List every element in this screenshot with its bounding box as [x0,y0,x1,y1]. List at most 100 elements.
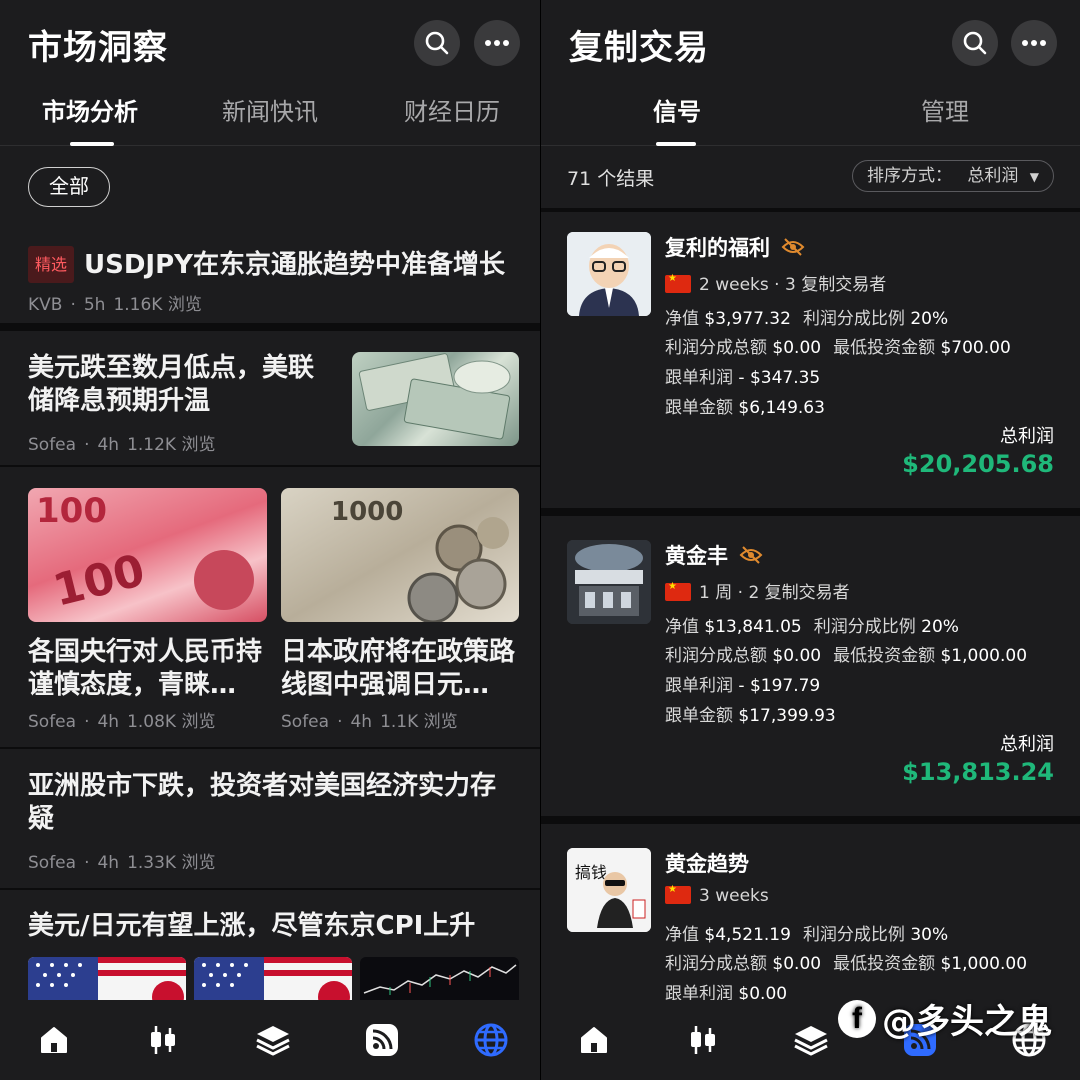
china-flag-icon [665,884,691,904]
svg-text:1000: 1000 [331,497,403,527]
nav-discover[interactable] [471,1020,511,1060]
copy-profit-row: 跟单利润 - $347.35 [665,368,821,388]
svg-text:100: 100 [48,545,149,617]
total-profit-value: $20,205.68 [902,450,1054,478]
net-value-row: 净值 $3,977.32 利润分成比例 20% [665,309,949,329]
layers-icon [256,1026,290,1056]
candlestick-icon [151,1026,175,1054]
article-meta: KVB · 5h 1.16K 浏览 [28,295,202,315]
page-title: 复制交易 [569,28,709,68]
article-meta: Sofea · 4h 1.08K 浏览 [28,712,216,732]
hidden-eye-icon [739,546,763,564]
header: 复制交易 [541,0,1080,86]
search-button[interactable] [414,20,460,66]
divider [0,323,540,331]
results-bar: 71 个结果 排序方式： 总利润 ▼ [541,146,1080,208]
market-insight-panel: 市场洞察 市场分析 新闻快讯 财经日历 全部 精选 USDJPY在东京通胀趋势中准… [0,0,540,1080]
sort-value: 总利润 [967,166,1019,186]
article-title: 美元跌至数月低点，美联储降息预期升温 [28,353,315,416]
featured-badge: 精选 [28,246,75,283]
caret-down-icon: ▼ [1029,170,1039,184]
globe-icon [474,1023,508,1057]
net-value-row: 净值 $13,841.05 利润分成比例 20% [665,617,959,637]
tab-market-analysis[interactable]: 市场分析 [42,92,138,127]
tab-bar: 信号 管理 [541,76,1080,146]
search-button[interactable] [952,20,998,66]
watermark: f @多头之鬼 [838,994,1052,1043]
bottom-nav [0,1000,540,1080]
divider [0,747,540,749]
nav-home[interactable] [34,1020,74,1060]
nav-feed[interactable] [362,1020,402,1060]
more-button[interactable] [1011,20,1057,66]
trader-name: 黄金丰 [665,540,763,570]
more-dots-icon [485,40,509,46]
signal-card[interactable]: 黄金丰 1 周 · 2 复制交易者 净值 $13,841.05利润分成比例 20… [541,516,1080,816]
share-row: 利润分成总额 $0.00 最低投资金额 $1,000.00 [665,954,1028,974]
facebook-logo-icon: f [838,999,876,1038]
copy-amount-row: 跟单金额 $17,399.93 [665,706,836,726]
page-title: 市场洞察 [28,28,168,68]
signal-card[interactable]: 复利的福利 2 weeks · 3 复制交易者 净值 $3,977.32利润分成… [541,212,1080,508]
article-thumbnail-flags [194,957,352,1001]
active-tab-indicator [70,142,114,146]
share-row: 利润分成总额 $0.00 最低投资金额 $1,000.00 [665,646,1028,666]
trader-name: 复利的福利 [665,232,805,262]
nav-products[interactable] [791,1020,831,1060]
divider [541,508,1080,516]
signal-card[interactable]: 搞钱 黄金趋势 3 weeks 净值 $4,521.19利润分成比例 30% 利… [541,824,1080,1004]
nav-market[interactable] [143,1020,183,1060]
article-title: 美元/日元有望上涨，尽管东京CPI上升 [28,911,476,941]
divider [541,816,1080,824]
tab-manage[interactable]: 管理 [921,92,969,127]
search-icon [963,31,987,55]
hidden-eye-icon [781,238,805,256]
trader-name: 黄金趋势 [665,852,749,876]
trader-avatar: 搞钱 [567,848,651,932]
tab-calendar[interactable]: 财经日历 [404,92,500,127]
candlestick-icon [691,1026,715,1054]
search-icon [425,31,449,55]
net-value-row: 净值 $4,521.19 利润分成比例 30% [665,925,949,945]
total-profit-label: 总利润 [1000,734,1054,755]
tab-news[interactable]: 新闻快讯 [222,92,318,127]
tab-signals[interactable]: 信号 [653,92,701,127]
copy-profit-row: 跟单利润 - $197.79 [665,676,821,696]
article-title: 精选 USDJPY在东京通胀趋势中准备增长 [28,246,528,283]
divider [0,888,540,890]
svg-text:100: 100 [36,491,107,531]
total-profit-label: 总利润 [1000,426,1054,447]
article-thumbnail-dollars [352,352,519,446]
nav-products[interactable] [253,1020,293,1060]
article-thumbnail-flags [28,957,186,1001]
trader-avatar [567,232,651,316]
layers-icon [794,1026,828,1056]
trader-avatar [567,540,651,624]
article-thumbnail-yuan: 100 100 [28,488,267,622]
article-meta: Sofea · 4h 1.33K 浏览 [28,853,216,873]
sort-label: 排序方式： [866,166,952,186]
home-icon [41,1027,67,1053]
china-flag-icon [665,273,691,293]
rss-icon [366,1024,398,1056]
header: 市场洞察 [0,0,540,86]
sort-dropdown[interactable]: 排序方式： 总利润 ▼ [851,160,1054,192]
trader-stats: 2 weeks · 3 复制交易者 [665,270,886,295]
article-thumbnail-chart [360,957,519,1001]
watermark-text: @多头之鬼 [882,1002,1052,1042]
article-meta: Sofea · 4h 1.12K 浏览 [28,435,216,455]
home-icon [581,1027,607,1053]
more-button[interactable] [474,20,520,66]
filter-chip-all[interactable]: 全部 [28,167,110,207]
result-count: 71 个结果 [567,168,655,190]
tab-bar: 市场分析 新闻快讯 财经日历 [0,76,540,146]
copy-trading-panel: 复制交易 信号 管理 71 个结果 排序方式： 总利润 ▼ 复利的福利 2 we… [541,0,1080,1080]
copy-amount-row: 跟单金额 $6,149.63 [665,398,825,418]
more-dots-icon [1022,40,1046,46]
article-title: 亚洲股市下跌，投资者对美国经济实力存疑 [28,771,497,834]
nav-home[interactable] [574,1020,614,1060]
article-title: 各国央行对人民币持谨慎态度，青睐… [28,637,263,700]
article-title: 日本政府将在政策路线图中强调日元… [281,637,516,700]
nav-market[interactable] [683,1020,723,1060]
china-flag-icon [665,581,691,601]
